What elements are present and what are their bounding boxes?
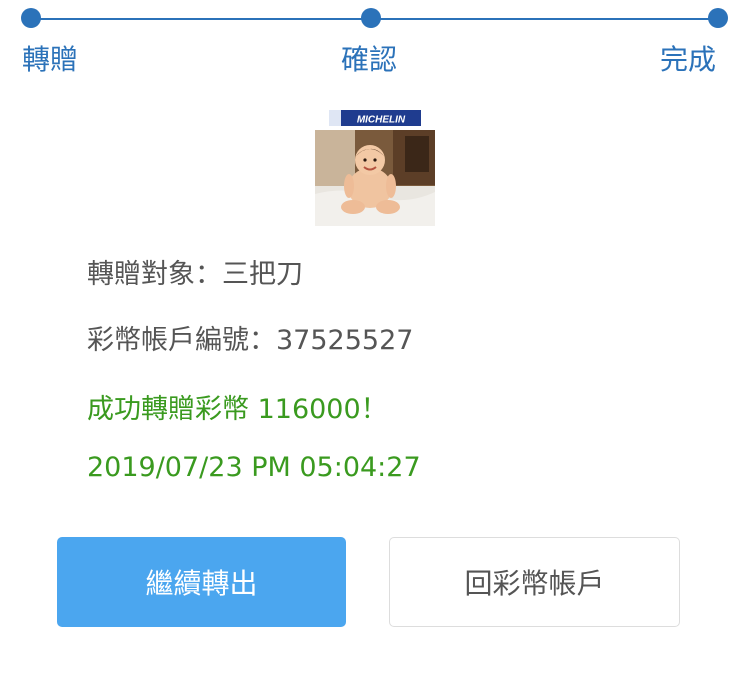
step-label-transfer: 轉贈 [22,43,79,76]
recipient-avatar: MICHELIN [315,106,435,226]
back-to-account-button[interactable]: 回彩幣帳戶 [389,537,680,627]
michelin-logo-text: MICHELIN [357,115,406,126]
step-dot-transfer [21,8,41,28]
transfer-timestamp: 2019/07/23 PM 05:04:27 [87,452,421,483]
recipient-text: 轉贈對象：三把刀 [87,259,303,290]
account-number-text: 彩幣帳戶編號：37525527 [87,325,414,356]
step-dot-confirm [361,8,381,28]
step-dot-complete [708,8,728,28]
continue-transfer-button[interactable]: 繼續轉出 [57,537,346,627]
step-label-confirm: 確認 [341,43,398,76]
step-connector [371,18,718,20]
step-label-complete: 完成 [660,43,717,76]
continue-transfer-label: 繼續轉出 [145,567,258,600]
step-connector [31,18,371,20]
success-message: 成功轉贈彩幣 116000！ [87,394,388,425]
back-to-account-label: 回彩幣帳戶 [464,567,605,600]
progress-stepper: 轉贈 確認 完成 [0,0,750,90]
